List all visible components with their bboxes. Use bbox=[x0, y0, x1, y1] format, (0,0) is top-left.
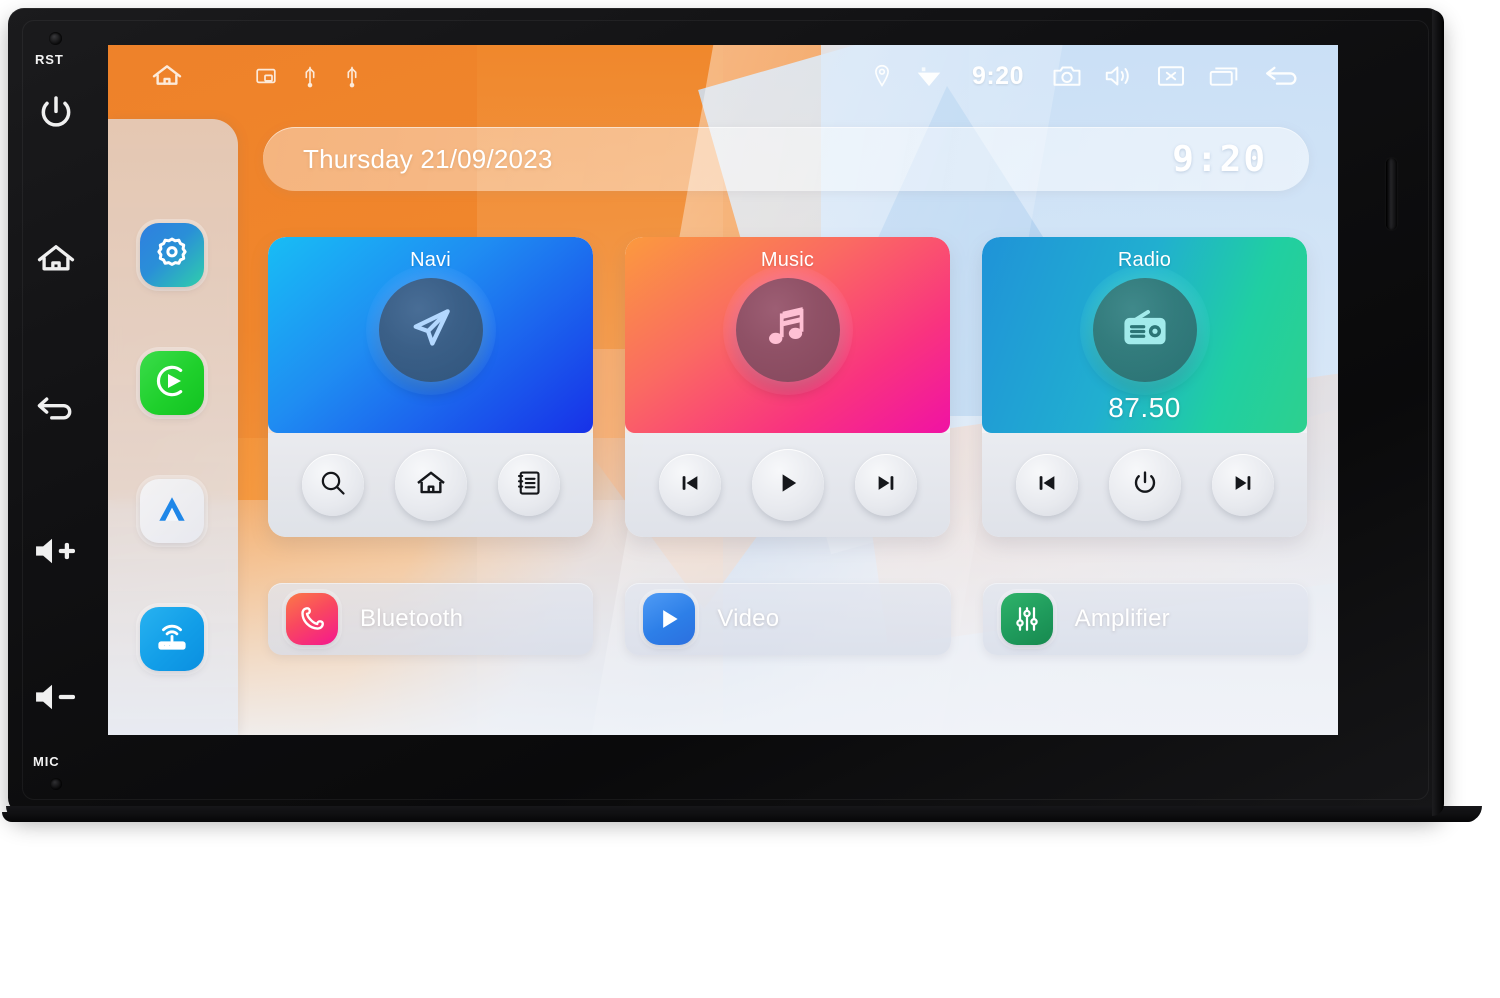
navi-home-button[interactable] bbox=[394, 449, 467, 521]
touchscreen-display[interactable]: 9:20 Thursday 21/09/2023 9:20 Navi Music… bbox=[108, 45, 1338, 735]
back-arrow-icon bbox=[34, 383, 78, 427]
usb-icon-1[interactable] bbox=[300, 64, 320, 88]
app-sidebar bbox=[108, 119, 238, 735]
card-navi[interactable]: Navi bbox=[268, 237, 593, 537]
shortcut-amplifier[interactable]: Amplifier bbox=[982, 583, 1308, 655]
home-button[interactable] bbox=[27, 230, 85, 288]
status-bar-right: 9:20 bbox=[872, 62, 1338, 91]
card-radio-controls bbox=[982, 433, 1307, 537]
mic-label: MIC bbox=[33, 754, 60, 769]
home-icon bbox=[414, 466, 448, 505]
card-music-header[interactable]: Music bbox=[625, 237, 950, 433]
status-bar-time: 9:20 bbox=[971, 61, 1024, 90]
side-card-slot[interactable] bbox=[1386, 158, 1397, 230]
power-icon bbox=[1130, 468, 1160, 503]
music-play-button[interactable] bbox=[751, 449, 824, 521]
skip-previous-icon bbox=[1034, 470, 1060, 501]
status-bar-left bbox=[108, 59, 362, 93]
card-navi-controls bbox=[268, 433, 593, 537]
radio-frequency: 87.50 bbox=[1108, 392, 1181, 423]
navi-list-button[interactable] bbox=[497, 454, 560, 516]
skip-next-icon bbox=[1230, 470, 1256, 501]
skip-previous-icon bbox=[677, 470, 703, 501]
screen-cast-icon[interactable] bbox=[254, 64, 278, 88]
gear-icon bbox=[153, 234, 191, 277]
card-navi-knob[interactable] bbox=[365, 265, 496, 395]
knob-glow-ring bbox=[1079, 265, 1210, 395]
card-radio[interactable]: Radio 87.50 bbox=[982, 237, 1307, 537]
sidebar-item-settings[interactable] bbox=[140, 223, 204, 287]
play-icon bbox=[643, 593, 696, 645]
digital-clock: 9:20 bbox=[1172, 138, 1267, 180]
shortcut-video-label: Video bbox=[717, 605, 780, 632]
knob-glow-ring bbox=[722, 265, 853, 395]
volume-down-icon bbox=[33, 678, 79, 716]
shortcut-row: Bluetooth Video Amplifier bbox=[268, 583, 1308, 663]
shortcut-amplifier-label: Amplifier bbox=[1074, 605, 1170, 632]
card-radio-header[interactable]: Radio 87.50 bbox=[982, 237, 1307, 433]
date-time-bar[interactable]: Thursday 21/09/2023 9:20 bbox=[263, 127, 1309, 191]
sidebar-item-wifi-router[interactable] bbox=[140, 607, 204, 671]
shortcut-bluetooth[interactable]: Bluetooth bbox=[268, 583, 594, 655]
reset-label: RST bbox=[35, 52, 64, 67]
sidebar-item-carplay[interactable] bbox=[140, 351, 204, 415]
knob-glow-ring bbox=[365, 265, 496, 395]
location-pin-icon bbox=[872, 64, 892, 88]
close-box-icon[interactable] bbox=[1156, 63, 1186, 89]
card-navi-header[interactable]: Navi bbox=[268, 237, 593, 433]
navi-search-button[interactable] bbox=[301, 454, 364, 516]
router-icon bbox=[153, 618, 191, 661]
radio-power-button[interactable] bbox=[1108, 449, 1181, 521]
home-icon[interactable] bbox=[150, 59, 184, 93]
mic-pinhole bbox=[50, 778, 62, 790]
radio-previous-button[interactable] bbox=[1015, 454, 1078, 516]
widget-card-row: Navi Music Radio 87.50 bbox=[268, 237, 1308, 537]
usb-icon-2[interactable] bbox=[342, 64, 362, 88]
music-next-button[interactable] bbox=[854, 454, 917, 516]
power-button[interactable] bbox=[27, 84, 85, 142]
back-button[interactable] bbox=[27, 376, 85, 434]
radio-next-button[interactable] bbox=[1211, 454, 1274, 516]
chassis-bottom-lip-2 bbox=[2, 812, 1478, 822]
search-icon bbox=[318, 468, 348, 503]
equalizer-icon bbox=[1000, 593, 1053, 645]
phone-handset-icon bbox=[286, 593, 338, 645]
volume-up-icon bbox=[33, 532, 79, 570]
back-arrow-icon[interactable] bbox=[1262, 62, 1302, 90]
screenshot-stage: RST MIC 9:20 Thursday 21/09/2023 9:20 Na… bbox=[0, 0, 1500, 998]
card-music[interactable]: Music bbox=[625, 237, 950, 537]
skip-next-icon bbox=[873, 470, 899, 501]
music-previous-button[interactable] bbox=[658, 454, 721, 516]
recent-apps-icon[interactable] bbox=[1208, 63, 1240, 89]
card-radio-knob[interactable] bbox=[1079, 265, 1210, 395]
play-circle-icon bbox=[152, 361, 192, 406]
reset-pinhole[interactable] bbox=[49, 32, 62, 45]
camera-icon[interactable] bbox=[1052, 63, 1082, 89]
wifi-icon bbox=[914, 64, 944, 88]
power-icon bbox=[36, 93, 76, 133]
shortcut-video[interactable]: Video bbox=[625, 583, 951, 655]
play-icon bbox=[774, 469, 802, 502]
volume-down-button[interactable] bbox=[27, 668, 85, 726]
volume-icon[interactable] bbox=[1104, 63, 1134, 89]
status-bar: 9:20 bbox=[108, 45, 1338, 107]
card-music-knob[interactable] bbox=[722, 265, 853, 395]
card-music-controls bbox=[625, 433, 950, 537]
physical-button-column: RST MIC bbox=[8, 8, 104, 814]
volume-up-button[interactable] bbox=[27, 522, 85, 580]
chassis-right-edge bbox=[1432, 10, 1444, 816]
sidebar-item-android-auto[interactable] bbox=[140, 479, 204, 543]
android-auto-chevron-icon bbox=[153, 490, 191, 533]
notebook-list-icon bbox=[514, 468, 544, 503]
home-icon bbox=[35, 238, 77, 280]
date-label: Thursday 21/09/2023 bbox=[303, 143, 553, 174]
shortcut-bluetooth-label: Bluetooth bbox=[360, 605, 464, 632]
